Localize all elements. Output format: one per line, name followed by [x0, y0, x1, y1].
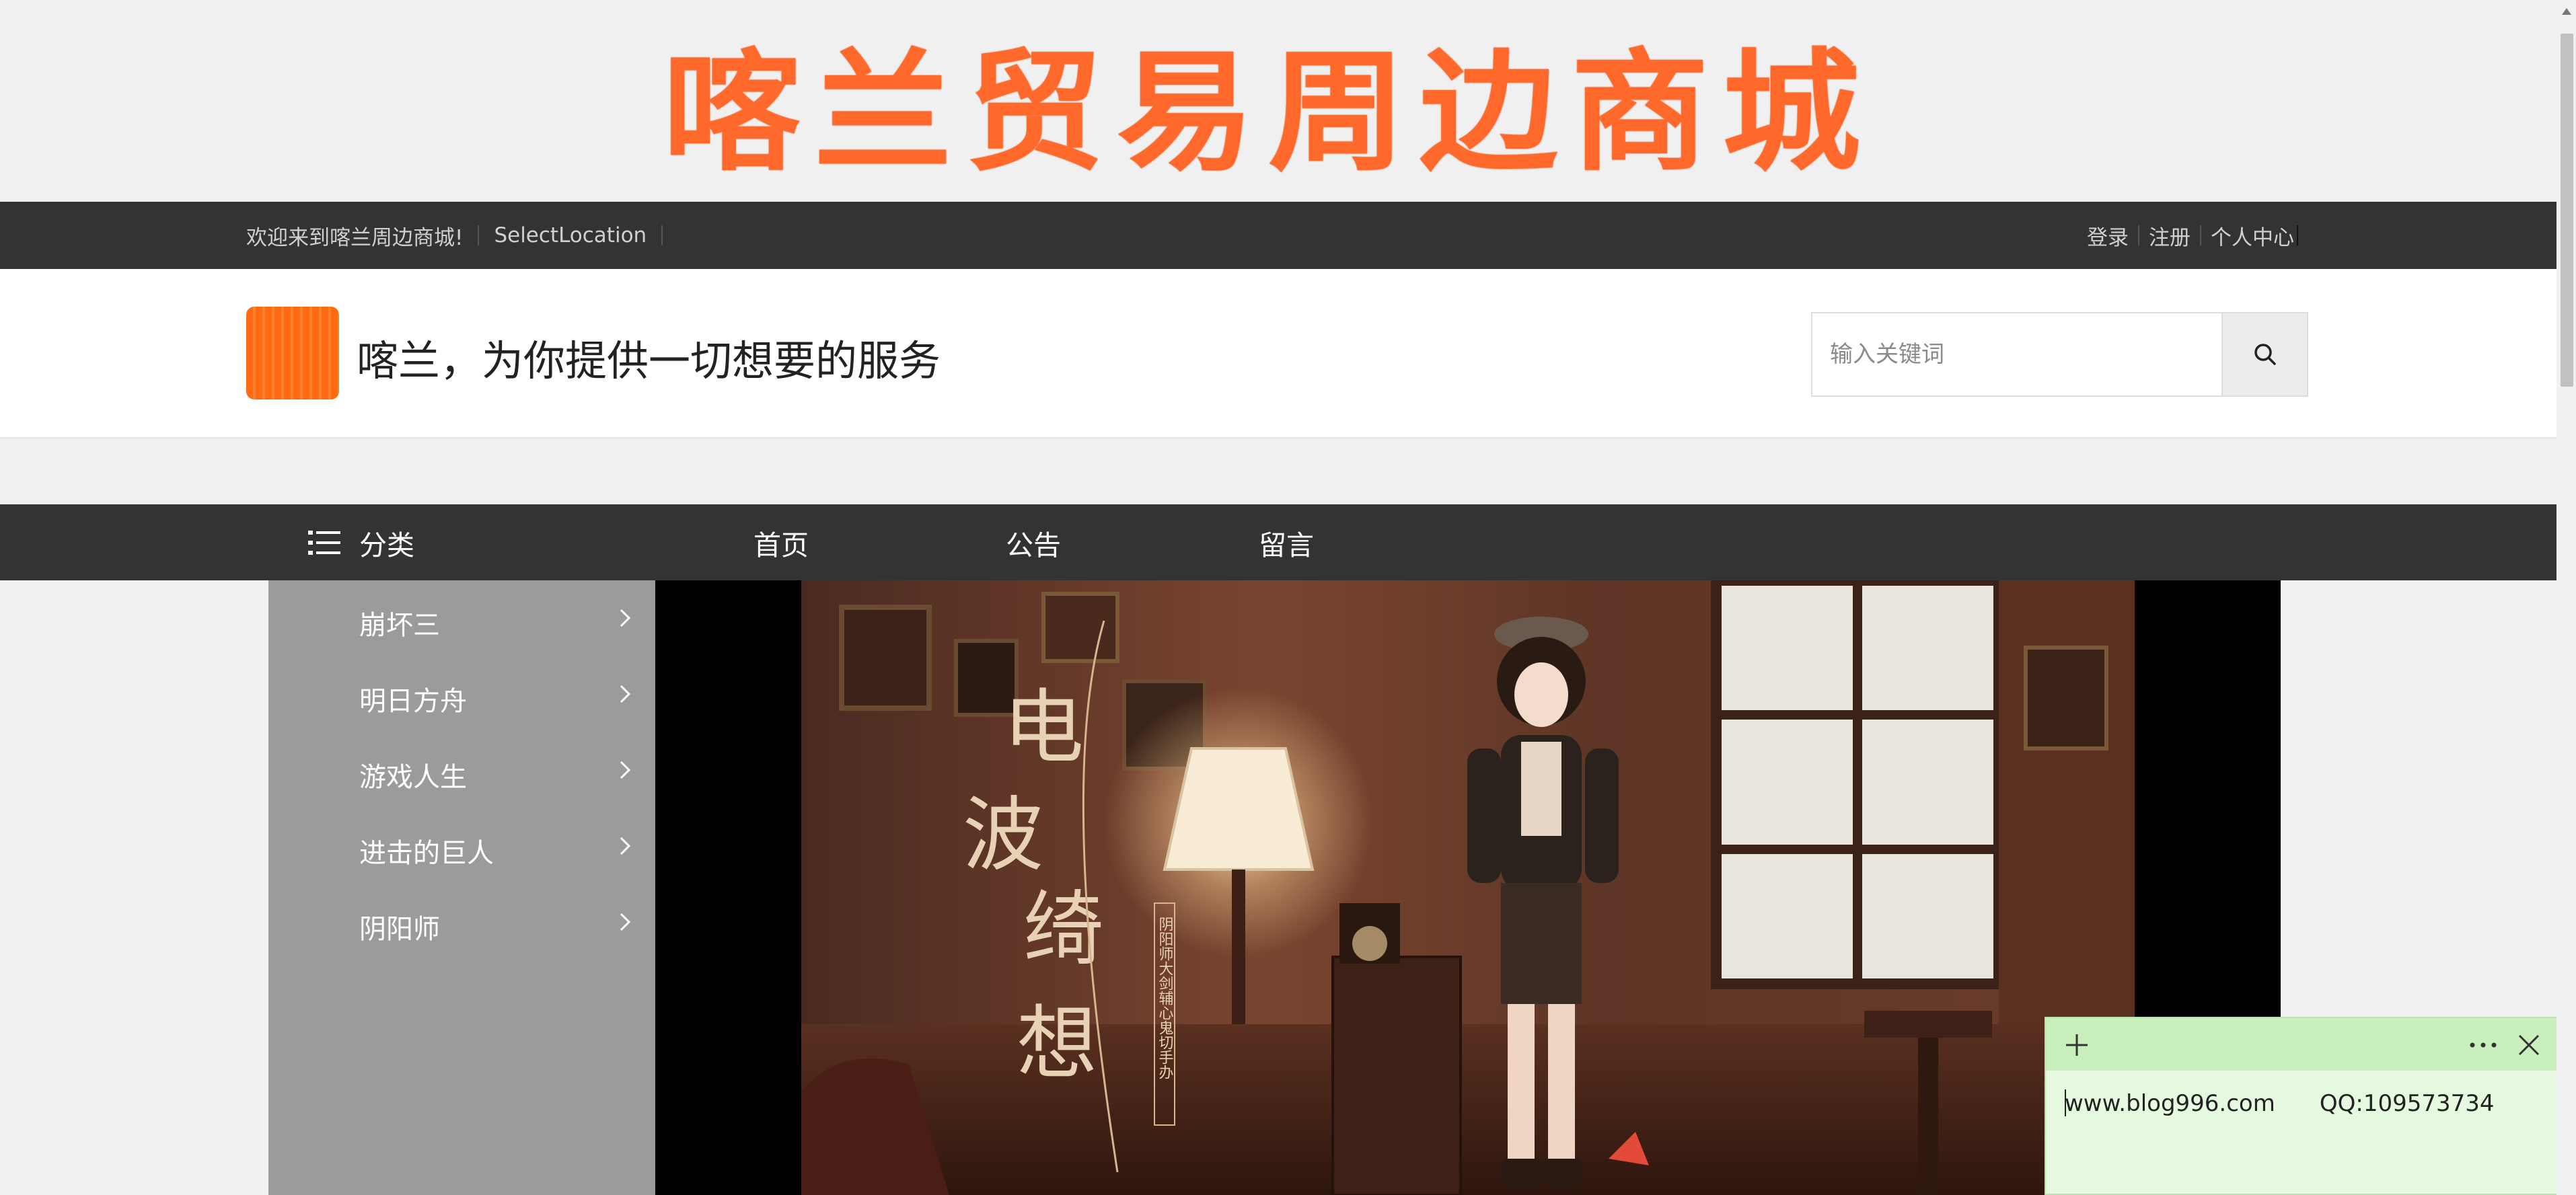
sidebar-item-onmyoji[interactable]: 阴阳师 — [268, 884, 655, 960]
sidebar-item-label: 崩坏三 — [359, 610, 440, 641]
sticky-note-header — [2046, 1018, 2561, 1071]
category-label: 分类 — [359, 529, 414, 562]
site-slogan: 喀兰，为你提供一切想要的服务 — [357, 336, 941, 385]
sidebar-item-label: 阴阳师 — [359, 914, 440, 945]
note-qq-text: QQ:109573734 — [2319, 1090, 2495, 1117]
nav-messages[interactable]: 留言 — [1259, 504, 1314, 580]
sticky-note-body[interactable]: www.blog996.com QQ:109573734 — [2065, 1089, 2495, 1117]
divider — [2200, 225, 2201, 245]
chevron-right-icon — [620, 837, 631, 855]
register-link[interactable]: 注册 — [2149, 221, 2191, 251]
site-header: 喀兰，为你提供一切想要的服务 — [0, 269, 2556, 438]
nav-home[interactable]: 首页 — [753, 504, 809, 580]
category-menu[interactable]: 分类 — [308, 504, 414, 580]
banner-title: 喀兰贸易周边商城 — [663, 36, 1874, 189]
site-logo[interactable] — [246, 307, 339, 399]
list-icon — [308, 530, 340, 555]
slide-image[interactable]: 电 波 绮 想 阴阳师大剑辅心鬼切手办 — [801, 580, 2135, 1195]
login-link[interactable]: 登录 — [2087, 221, 2129, 251]
sidebar-item-label: 明日方舟 — [359, 686, 467, 717]
select-location-link[interactable]: SelectLocation — [494, 223, 647, 247]
add-icon[interactable] — [2063, 1032, 2090, 1058]
nav-announcements[interactable]: 公告 — [1006, 504, 1061, 580]
slide-title-char: 想 — [1017, 997, 1097, 1091]
sidebar-item-no-game-no-life[interactable]: 游戏人生 — [268, 732, 655, 808]
divider — [2138, 225, 2139, 245]
category-sidebar: 崩坏三 明日方舟 游戏人生 进击的巨人 阴阳师 — [268, 580, 655, 1195]
scrollbar-thumb[interactable] — [2561, 34, 2573, 387]
scroll-up-icon[interactable] — [2561, 7, 2572, 16]
top-bar: 欢迎来到喀兰周边商城! SelectLocation 登录 注册 个人中心 — [0, 202, 2556, 269]
divider — [661, 225, 663, 245]
user-center-link[interactable]: 个人中心 — [2211, 221, 2294, 251]
site-banner: 喀兰贸易周边商城 — [0, 0, 2556, 202]
close-icon[interactable] — [2517, 1033, 2541, 1057]
sticky-note[interactable]: www.blog996.com QQ:109573734 — [2045, 1017, 2562, 1195]
main-nav: 分类 首页 公告 留言 — [0, 504, 2556, 580]
sidebar-item-arknights[interactable]: 明日方舟 — [268, 656, 655, 732]
slide-title-char: 电 — [1003, 681, 1084, 775]
sidebar-item-honkai3[interactable]: 崩坏三 — [268, 580, 655, 656]
search-button[interactable] — [2223, 312, 2308, 397]
welcome-text: 欢迎来到喀兰周边商城! — [246, 225, 464, 250]
slide-title-char: 波 — [963, 789, 1043, 882]
sidebar-item-label: 进击的巨人 — [359, 838, 494, 869]
search-input[interactable] — [1811, 312, 2223, 397]
divider — [478, 225, 480, 245]
chevron-right-icon — [620, 913, 631, 931]
divider — [2297, 225, 2298, 245]
chevron-right-icon — [620, 609, 631, 627]
chevron-right-icon — [620, 685, 631, 703]
slide-subtitle: 阴阳师大剑辅心鬼切手办 — [1156, 917, 1174, 1079]
sidebar-item-label: 游戏人生 — [359, 762, 467, 793]
note-site-text: www.blog996.com — [2065, 1090, 2275, 1117]
page-scrollbar[interactable] — [2556, 0, 2576, 1195]
more-icon[interactable] — [2468, 1041, 2498, 1049]
banner-slider[interactable]: 电 波 绮 想 阴阳师大剑辅心鬼切手办 — [655, 580, 2281, 1195]
chevron-right-icon — [620, 761, 631, 779]
search-icon — [2254, 344, 2276, 365]
sidebar-item-attack-on-titan[interactable]: 进击的巨人 — [268, 808, 655, 884]
